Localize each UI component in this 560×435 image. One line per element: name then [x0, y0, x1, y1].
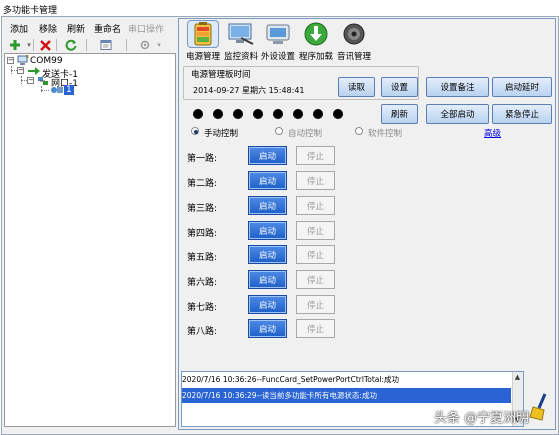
toolbar-separator: [86, 39, 87, 51]
route-2-stop-button[interactable]: 停止: [296, 171, 335, 190]
tab-program[interactable]: 程序加载: [297, 20, 335, 62]
power-indicator-6: [293, 109, 303, 119]
delete-icon[interactable]: [38, 38, 52, 52]
tree-item-com99[interactable]: COM99: [30, 56, 63, 66]
battery-icon: [187, 20, 219, 48]
emergency-stop-button[interactable]: 紧急停止: [492, 104, 552, 124]
power-indicator-7: [313, 109, 323, 119]
power-indicator-4: [253, 109, 263, 119]
route-5-label: 第五路:: [187, 253, 218, 263]
monitor-icon: [226, 20, 256, 48]
route-6-stop-button[interactable]: 停止: [296, 270, 335, 289]
start-delay-button[interactable]: 启动延时: [492, 77, 552, 97]
set-note-button[interactable]: 设置备注: [426, 77, 489, 97]
tab-audio-label: 音讯管理: [336, 52, 371, 62]
tree-connector: [41, 90, 49, 91]
tab-peripheral-label: 外设设置: [260, 52, 295, 62]
route-4-label: 第四路:: [187, 229, 218, 239]
download-icon: [301, 20, 331, 48]
board-time-group-label: 电源管理板时间: [190, 68, 252, 80]
power-indicator-3: [233, 109, 243, 119]
route-7-stop-button[interactable]: 停止: [296, 295, 335, 314]
clear-log-icon[interactable]: [528, 392, 552, 422]
route-8-label: 第八路:: [187, 327, 218, 337]
menu-refresh[interactable]: 刷新: [67, 22, 85, 35]
scroll-up-icon[interactable]: ▲: [512, 372, 523, 383]
peripheral-icon: [263, 20, 293, 48]
power-indicator-2: [213, 109, 223, 119]
log-line[interactable]: 2020/7/16 10:36:26--FuncCard_SetPowerPor…: [182, 374, 512, 385]
route-2-label: 第二路:: [187, 179, 218, 189]
tab-program-label: 程序加载: [298, 52, 333, 62]
software-control-radio[interactable]: [355, 127, 363, 135]
tree-item-card[interactable]: 1: [64, 85, 74, 95]
route-3-stop-button[interactable]: 停止: [296, 196, 335, 215]
tab-peripheral[interactable]: 外设设置: [259, 20, 297, 62]
tree-collapse-icon[interactable]: −: [17, 67, 24, 74]
network-port-icon: [37, 76, 49, 86]
route-3-label: 第三路:: [187, 204, 218, 214]
route-5-start-button[interactable]: 启动: [248, 245, 287, 264]
manual-control-radio[interactable]: [191, 127, 199, 135]
tab-monitor[interactable]: 监控资料: [222, 20, 260, 62]
route-5-stop-button[interactable]: 停止: [296, 245, 335, 264]
set-button[interactable]: 设置: [381, 77, 418, 97]
function-card-icon: [50, 85, 64, 95]
tree-connector: [41, 86, 42, 92]
tab-power[interactable]: 电源管理: [182, 20, 224, 62]
menu-rename[interactable]: 重命名: [94, 22, 121, 35]
route-7-start-button[interactable]: 启动: [248, 295, 287, 314]
watermark: 头条 @宁夏洲明: [434, 411, 530, 426]
software-control-label[interactable]: 软件控制: [368, 127, 402, 139]
tab-power-label: 电源管理: [185, 52, 220, 62]
manual-control-label[interactable]: 手动控制: [204, 127, 238, 139]
route-3-start-button[interactable]: 启动: [248, 196, 287, 215]
board-time-value: 2014-09-27 星期六 15:48:41: [193, 86, 305, 95]
route-2-start-button[interactable]: 启动: [248, 171, 287, 190]
auto-control-radio[interactable]: [275, 127, 283, 135]
toolbar-separator: [56, 39, 57, 51]
dropdown-arrow-icon[interactable]: ▾: [152, 38, 166, 52]
advanced-link[interactable]: 高级: [484, 127, 501, 139]
send-card-icon: [27, 66, 41, 76]
tree-collapse-icon[interactable]: −: [27, 77, 34, 84]
device-tree[interactable]: [4, 53, 176, 427]
read-button[interactable]: 读取: [338, 77, 375, 97]
power-indicator-1: [193, 109, 203, 119]
refresh-icon[interactable]: [64, 38, 78, 52]
speaker-icon: [339, 20, 369, 48]
menu-serial[interactable]: 串口操作: [128, 22, 164, 35]
menu-add[interactable]: 添加: [10, 22, 28, 35]
route-4-start-button[interactable]: 启动: [248, 221, 287, 240]
tab-audio[interactable]: 音讯管理: [335, 20, 373, 62]
start-all-button[interactable]: 全部启动: [426, 104, 489, 124]
log-line-selected[interactable]: 2020/7/16 10:36:29--读当前多功能卡所有电源状态:成功: [182, 390, 511, 401]
route-4-stop-button[interactable]: 停止: [296, 221, 335, 240]
route-1-label: 第一路:: [187, 154, 218, 164]
route-6-start-button[interactable]: 启动: [248, 270, 287, 289]
properties-icon[interactable]: [99, 38, 113, 52]
serial-icon[interactable]: [138, 38, 152, 52]
route-1-stop-button[interactable]: 停止: [296, 146, 335, 165]
refresh-button[interactable]: 刷新: [381, 104, 418, 124]
route-7-label: 第七路:: [187, 303, 218, 313]
menu-remove[interactable]: 移除: [39, 22, 57, 35]
route-8-start-button[interactable]: 启动: [248, 319, 287, 338]
auto-control-label[interactable]: 自动控制: [288, 127, 322, 139]
toolbar-separator: [33, 39, 34, 51]
power-indicator-8: [333, 109, 343, 119]
window-title: 多功能卡管理: [3, 6, 58, 16]
title-bar: [0, 0, 560, 16]
computer-icon: [17, 54, 29, 66]
route-6-label: 第六路:: [187, 278, 218, 288]
toolbar-separator: [126, 39, 127, 51]
tree-collapse-icon[interactable]: −: [7, 57, 14, 64]
route-8-stop-button[interactable]: 停止: [296, 319, 335, 338]
tab-monitor-label: 监控资料: [223, 52, 258, 62]
add-icon[interactable]: [8, 38, 22, 52]
power-indicator-5: [273, 109, 283, 119]
route-1-start-button[interactable]: 启动: [248, 146, 287, 165]
